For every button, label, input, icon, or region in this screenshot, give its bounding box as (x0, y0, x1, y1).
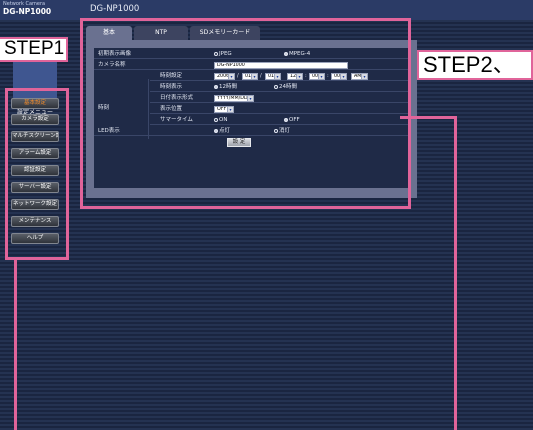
step2-highlight-frame (80, 18, 411, 209)
step1-pointer-line (14, 258, 17, 430)
step1-callout: STEP1 (0, 37, 68, 62)
brand-model: DG-NP1000 (3, 7, 52, 16)
step2-pointer-corner (400, 116, 457, 122)
step1-highlight-frame (5, 88, 69, 260)
step2-callout: STEP2、 (417, 50, 533, 80)
step2-pointer-line (454, 116, 457, 430)
page-title: DG-NP1000 (90, 4, 140, 14)
top-header: Network Camera DG-NP1000 DG-NP1000 (0, 0, 533, 20)
